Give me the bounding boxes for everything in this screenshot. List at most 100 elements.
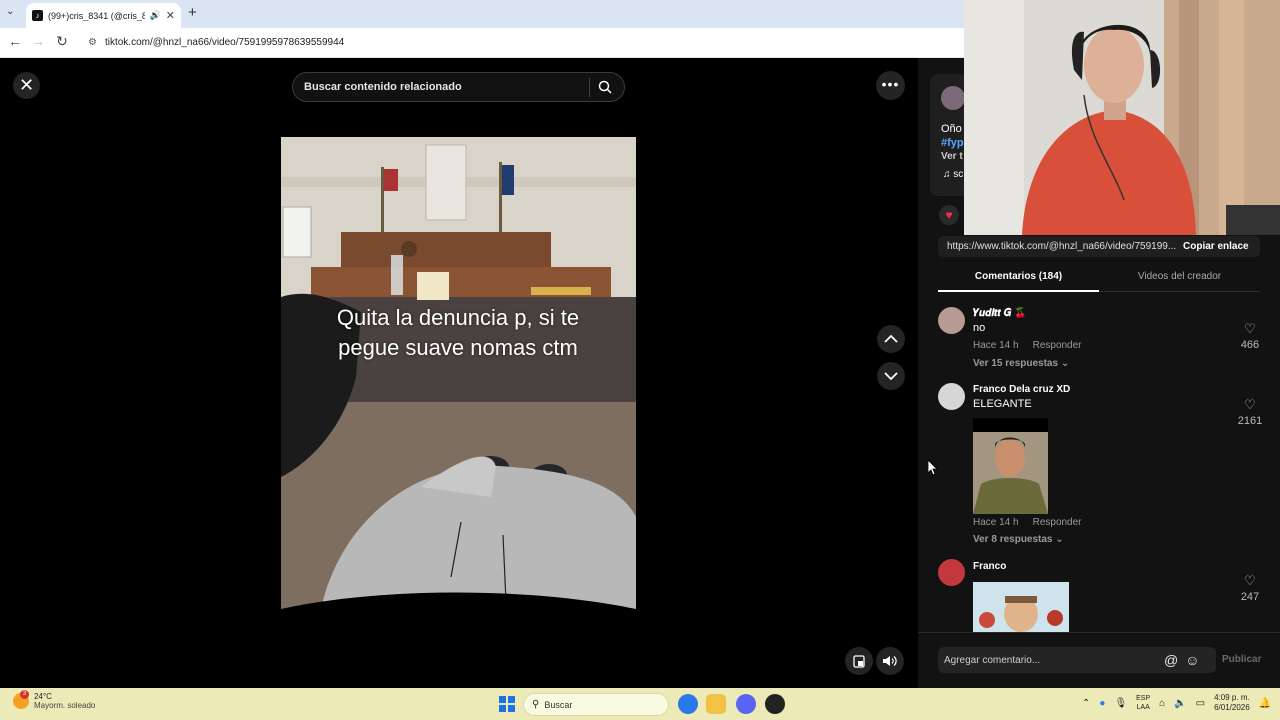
comment-author[interactable]: Franco (973, 561, 1006, 572)
reply-button[interactable]: Responder (1033, 340, 1082, 351)
search-icon: ⚲ (532, 699, 540, 710)
comment-image[interactable] (973, 418, 1048, 514)
address-bar[interactable]: ⚙ tiktok.com/@hnzl_na66/video/7591995978… (80, 32, 980, 53)
comment-time: Hace 14 h (973, 340, 1019, 351)
view-replies-label: Ver 15 respuestas (973, 358, 1059, 369)
taskbar-search[interactable]: ⚲ Buscar (523, 693, 669, 716)
view-replies-button[interactable]: Ver 15 respuestas ⌄ (973, 358, 1069, 369)
tab-title: (99+)cris_8341 (@cris_834 (48, 10, 145, 21)
weather-widget[interactable]: 3 24°C Mayorm. soleado (13, 690, 96, 710)
weather-desc: Mayorm. soleado (34, 701, 96, 710)
forward-icon[interactable]: → (29, 33, 47, 49)
author-avatar[interactable] (941, 86, 965, 110)
chevron-down-icon: ⌄ (1055, 534, 1064, 545)
battery-icon[interactable]: ▭ (1196, 698, 1205, 709)
comment-avatar[interactable] (938, 383, 965, 410)
comment-time: Hace 14 h (973, 517, 1019, 528)
reload-icon[interactable]: ↻ (53, 33, 71, 50)
copy-link-button[interactable]: Copiar enlace (1183, 241, 1249, 252)
search-input[interactable] (304, 81, 589, 93)
obs-icon[interactable] (765, 694, 785, 714)
video-caption: Quita la denuncia p, si te pegue suave n… (336, 305, 580, 360)
sun-icon: 3 (13, 690, 29, 709)
comment-avatar[interactable] (938, 559, 965, 586)
comment-box[interactable]: @ ☺ (938, 647, 1216, 673)
comment-image[interactable] (973, 582, 1069, 632)
publish-button[interactable]: Publicar (1222, 654, 1261, 665)
video-bottom-area (281, 609, 636, 688)
clock-date: 6/01/2026 (1214, 703, 1250, 712)
show-hidden-icons-icon[interactable]: ⌃ (1082, 698, 1090, 709)
clock[interactable]: 4:09 p. m. 6/01/2026 (1214, 693, 1250, 713)
url-text: tiktok.com/@hnzl_na66/video/759199597863… (104, 37, 345, 48)
next-video-button[interactable] (877, 362, 905, 390)
comment-author[interactable]: Franco Dela cruz XD (973, 384, 1070, 395)
file-explorer-icon[interactable] (706, 694, 726, 714)
keyboard-layout: LAA (1136, 704, 1150, 711)
heart-icon: ♥ (945, 208, 953, 222)
music-link[interactable]: ♫ sc (943, 169, 963, 180)
comment-like-count: 2161 (1237, 415, 1263, 427)
taskbar-search-label: Buscar (544, 699, 573, 710)
speaker-icon[interactable]: 🔈 (1174, 698, 1186, 709)
more-options-button[interactable]: ••• (876, 71, 905, 100)
notification-icon[interactable]: 🔔 (1259, 698, 1271, 709)
previous-video-button[interactable] (877, 325, 905, 353)
tab-comments[interactable]: Comentarios (184) (938, 262, 1099, 292)
back-icon[interactable]: ← (6, 33, 24, 49)
close-button[interactable]: ✕ (13, 72, 40, 99)
comment-author[interactable]: 𝒀𝒖𝒅𝒊𝒕𝒕 𝑮 🍒 (973, 308, 1027, 319)
close-tab-icon[interactable]: ✕ (166, 9, 175, 22)
floating-player-icon (853, 655, 865, 668)
emoji-icon[interactable]: ☺ (1185, 652, 1199, 668)
network-app-icon[interactable]: ● (1099, 698, 1105, 709)
floating-player-button[interactable] (845, 647, 873, 675)
tab-list-chevron-icon[interactable]: ⌄ (6, 6, 14, 17)
language-indicator[interactable]: ESP LAA (1136, 694, 1150, 712)
windows-start-icon[interactable] (499, 696, 515, 712)
search-divider (589, 77, 590, 97)
comment-like-icon[interactable]: ♡ (1235, 573, 1265, 589)
view-replies-button[interactable]: Ver 8 respuestas ⌄ (973, 534, 1064, 545)
new-tab-icon[interactable]: + (188, 4, 197, 21)
discord-icon[interactable] (736, 694, 756, 714)
share-link-text[interactable]: https://www.tiktok.com/@hnzl_na66/video/… (947, 241, 1177, 252)
clock-time: 4:09 p. m. (1214, 693, 1250, 702)
browser-tab[interactable]: ♪ (99+)cris_8341 (@cris_834 🔊 ✕ (26, 3, 181, 28)
reply-button[interactable]: Responder (1033, 517, 1082, 528)
video-still-image (281, 137, 636, 609)
volume-button[interactable] (876, 647, 904, 675)
chevron-up-icon (884, 334, 898, 343)
panel-tabs: Comentarios (184) Videos del creador (938, 262, 1260, 292)
view-replies-label: Ver 8 respuestas (973, 534, 1053, 545)
mention-icon[interactable]: @ (1164, 652, 1178, 668)
hashtag-link[interactable]: #fyp (941, 137, 964, 149)
speaker-icon[interactable]: 🔊 (150, 10, 161, 21)
see-more-link[interactable]: Ver t (941, 151, 963, 162)
tab-creator-videos[interactable]: Videos del creador (1099, 262, 1260, 292)
video-frame[interactable] (281, 137, 636, 609)
microphone-icon[interactable]: 🎙 (1114, 698, 1127, 709)
music-note-icon: ♫ (943, 169, 951, 180)
comment-meta: Hace 14 h Responder (973, 517, 1082, 528)
comment-text: no (973, 322, 986, 334)
related-search-box[interactable] (292, 72, 625, 102)
system-tray: ⌃ ● 🎙 ESP LAA ⌂ 🔈 ▭ 4:09 p. m. 6/01/2026… (1082, 693, 1271, 713)
search-icon[interactable] (598, 80, 612, 94)
site-settings-icon[interactable]: ⚙ (88, 37, 97, 48)
wifi-icon[interactable]: ⌂ (1159, 698, 1165, 709)
chrome-icon[interactable] (678, 694, 698, 714)
language-code: ESP (1136, 695, 1151, 702)
share-link-row: https://www.tiktok.com/@hnzl_na66/video/… (938, 236, 1260, 257)
mouse-cursor-icon (928, 460, 938, 476)
comment-like-icon[interactable]: ♡ (1235, 321, 1265, 337)
comment-avatar[interactable] (938, 307, 965, 334)
comment-like-count: 466 (1240, 339, 1260, 351)
video-description: Oño (941, 123, 962, 135)
weather-temp: 24°C (34, 692, 52, 701)
comment-meta: Hace 14 h Responder (973, 340, 1082, 351)
comment-input[interactable] (944, 654, 1164, 666)
comment-like-count: 247 (1240, 591, 1260, 603)
like-button[interactable]: ♥ (939, 205, 959, 225)
comment-like-icon[interactable]: ♡ (1235, 397, 1265, 413)
